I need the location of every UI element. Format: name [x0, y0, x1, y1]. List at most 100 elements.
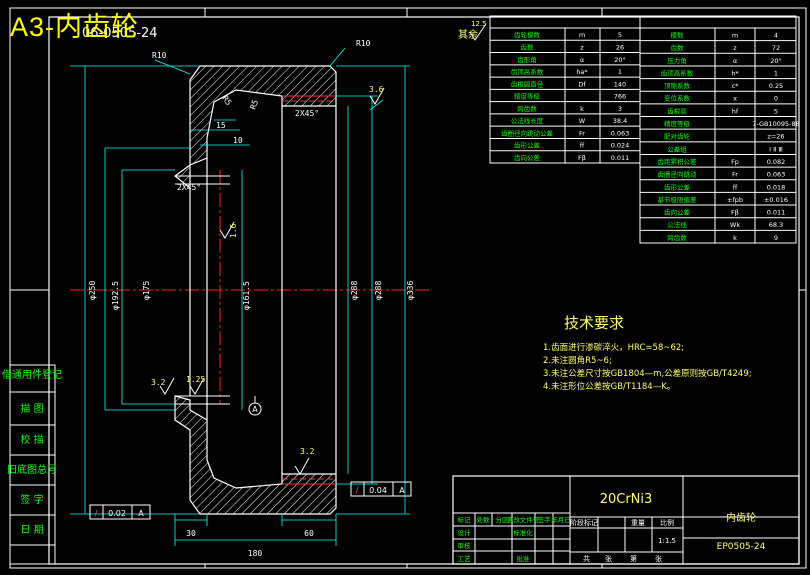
- tol-1-datum: A: [138, 509, 144, 518]
- dim-d4: φ161.5: [242, 281, 251, 310]
- gtr-name: 齿向公差: [664, 208, 691, 217]
- tolerance-frame-1: / 0.02 A: [89, 504, 151, 520]
- scale: 1:1.5: [658, 537, 676, 545]
- title-block-cell: 标准化: [513, 528, 533, 537]
- tol-2: 0.04: [369, 486, 387, 495]
- gtr-symbol: hf: [732, 107, 739, 115]
- gtl-symbol: ha*: [576, 68, 588, 76]
- svg-text:/: /: [355, 486, 359, 496]
- gtr-name: 模数: [671, 30, 685, 39]
- gtl-value: 140: [614, 80, 626, 88]
- gtl-value: 766: [614, 93, 626, 101]
- title-block-cell: 工艺: [458, 555, 472, 563]
- tech-title: 技术要求: [564, 314, 624, 332]
- title-block-cell: 批准: [517, 554, 531, 563]
- gtl-symbol: ff: [580, 142, 585, 150]
- dim-sec2: 2X45°: [177, 183, 201, 192]
- gtr-name: 齿距累积公差: [658, 157, 698, 166]
- corner-note-label: 其余: [458, 28, 478, 41]
- dim-sec1: 2X45°: [295, 109, 319, 118]
- rough-5: 1.6: [229, 223, 238, 238]
- title-block-cell: 更改文件号: [507, 515, 540, 524]
- stage-header-0: 阶段标记: [570, 518, 598, 527]
- gtr-symbol: h*: [731, 69, 739, 77]
- gtr-symbol: Wk: [730, 221, 740, 229]
- gtl-symbol: α: [580, 56, 584, 64]
- gtr-name: 齿圈径向跳动: [658, 170, 698, 179]
- gtl-name: 齿向公差: [514, 153, 541, 162]
- left-column-label-3: 旧底图总号: [7, 463, 57, 476]
- gtr-name: 齿数: [671, 43, 685, 52]
- gtr-value: 0: [774, 95, 778, 103]
- gtr-value: 4: [774, 31, 778, 39]
- dim-r1: R10: [152, 51, 167, 60]
- title-block: 标记 处数 分区更改文件号签字 年月日设计 标准化审核工艺 批准 20CrNi3 内齿轮 …: [452, 475, 800, 565]
- gtr-symbol: Fr: [732, 171, 738, 179]
- gtl-name: 齿轮模数: [514, 30, 541, 39]
- dim-d3: φ175: [142, 281, 151, 300]
- rough-1: 3.6: [369, 85, 384, 94]
- datum-label: A: [252, 405, 258, 414]
- gtr-value: 0.25: [769, 82, 783, 90]
- gtl-symbol: Df: [578, 80, 586, 88]
- gtr-name: 顶隙系数: [664, 81, 691, 90]
- gtr-value: z=26: [767, 133, 784, 141]
- tol-2-datum: A: [399, 486, 405, 495]
- gtr-value: 68.3: [769, 221, 783, 229]
- gtr-name: 公法线: [667, 220, 687, 229]
- cad-drawing: 借通用件登记 描 图 校 描 旧底图总号 签 字 日 期 06-0505-24: [2, 7, 807, 569]
- dim-d7: φ336: [406, 281, 415, 300]
- rough-4: 3.2: [300, 447, 315, 456]
- gtr-name: 精度等级: [664, 119, 691, 128]
- gtl-symbol: Fβ: [578, 154, 586, 162]
- gtl-name: 精度等级: [514, 92, 541, 101]
- dim-r4: R5: [248, 98, 260, 110]
- gtl-name: 公法线长度: [511, 116, 544, 125]
- dim-w3: 60: [304, 529, 314, 538]
- title-block-cell: 签字: [538, 515, 552, 524]
- title-block-cell: 设计: [458, 528, 472, 537]
- drawing-title: A3-内齿轮: [10, 12, 140, 42]
- dim-r2: R10: [356, 39, 371, 48]
- gtl-symbol: W: [579, 117, 586, 125]
- sheet-0: 共: [583, 554, 590, 563]
- gtr-symbol: α: [733, 57, 737, 65]
- gtl-symbol: z: [580, 43, 584, 51]
- rough-3: 1.25: [186, 375, 205, 384]
- gtl-symbol: Fr: [579, 129, 585, 137]
- gtr-name: 齿顶高系数: [661, 68, 694, 77]
- gtr-symbol: Fβ: [731, 209, 739, 217]
- dim-d1: φ250: [88, 281, 97, 300]
- dim-d6: φ288: [374, 281, 383, 300]
- gtl-name: 跨齿数: [517, 104, 537, 113]
- gtl-value: 1: [618, 68, 622, 76]
- stage-header-2: 比例: [660, 518, 674, 527]
- gtl-name: 齿根圆直径: [511, 79, 544, 88]
- gtr-value: 20°: [770, 57, 782, 65]
- sheet-2: 第: [630, 554, 637, 563]
- dimension-lines: [70, 47, 410, 546]
- gtl-value: 5: [618, 31, 622, 39]
- gear-table-right: 模数 m 4 齿数 z 72 压力角 α 20° 齿顶高系数 h* 1 顶隙系数 c* 0.25 变位系数 x 0…: [639, 15, 800, 244]
- sheet-3: 张: [655, 554, 662, 563]
- gtr-name: 变位系数: [664, 94, 691, 103]
- left-column-label-1: 描 图: [20, 402, 43, 415]
- dim-w1: 30: [186, 529, 196, 538]
- gtl-symbol: k: [580, 105, 584, 113]
- left-column-label-5: 日 期: [20, 524, 43, 536]
- part-name: 内齿轮: [726, 511, 756, 524]
- gtr-name: 跨齿数: [667, 233, 687, 242]
- dim-w2: 180: [248, 549, 263, 558]
- gtr-value: 7-GB10095-88: [752, 120, 800, 128]
- gtr-symbol: c*: [732, 82, 740, 90]
- material: 20CrNi3: [600, 492, 653, 507]
- gtr-value: 0.082: [767, 158, 786, 166]
- gtr-value: 9: [774, 234, 778, 242]
- dim-d5: φ288: [350, 281, 359, 300]
- gtr-value: 1: [774, 69, 778, 77]
- gtr-symbol: x: [733, 95, 737, 103]
- gtr-symbol: ff: [733, 183, 738, 191]
- gtr-name: 压力角: [667, 56, 687, 65]
- title-block-cell: 审核: [458, 541, 472, 550]
- dim-d2: φ192.5: [111, 281, 120, 310]
